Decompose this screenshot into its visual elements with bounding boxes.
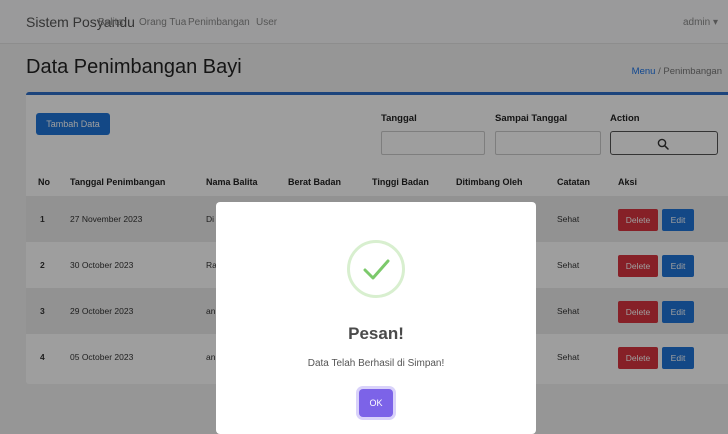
ok-button[interactable]: OK: [359, 389, 393, 417]
success-dialog: Pesan! Data Telah Berhasil di Simpan! OK: [216, 202, 536, 434]
dialog-message: Data Telah Berhasil di Simpan!: [307, 358, 445, 369]
checkmark-success-icon: [347, 240, 405, 298]
dialog-title: Pesan!: [348, 324, 404, 343]
check-icon: [363, 259, 390, 280]
